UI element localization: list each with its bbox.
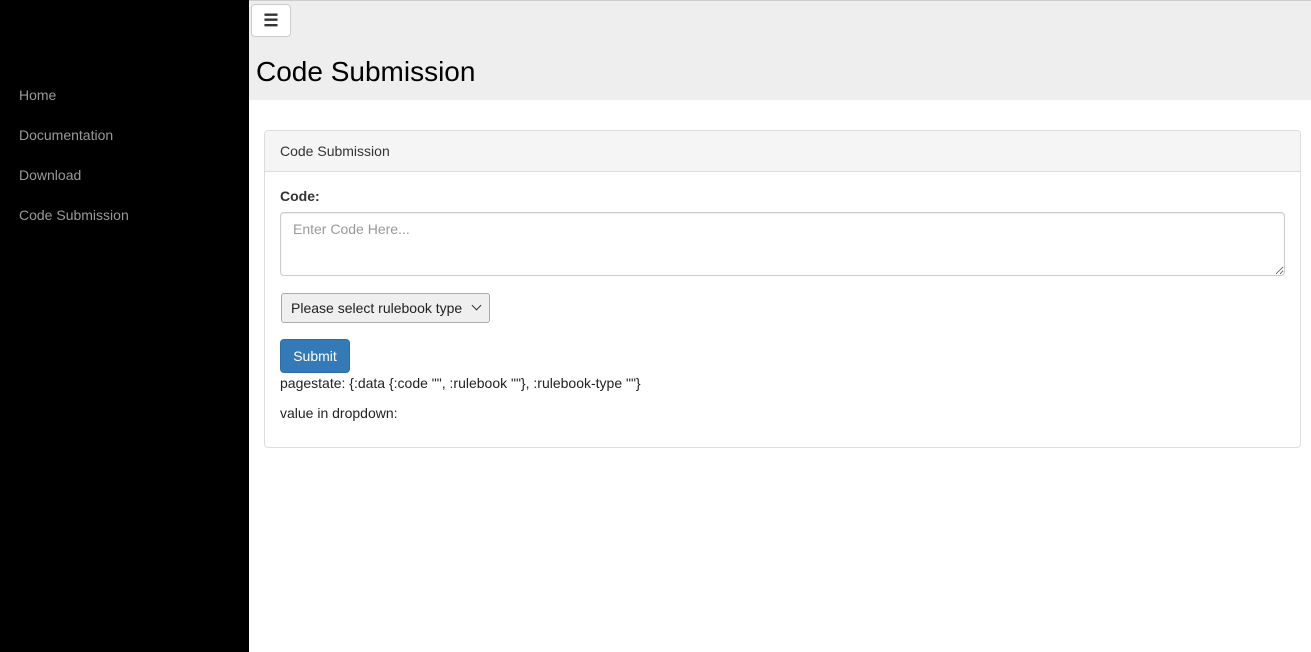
sidebar-item-documentation[interactable]: Documentation (0, 125, 249, 165)
sidebar: Home Documentation Download Code Submiss… (0, 0, 249, 652)
code-label: Code: (280, 188, 320, 204)
dropdown-value-text: value in dropdown: (280, 405, 398, 421)
sidebar-nav: Home Documentation Download Code Submiss… (0, 85, 249, 245)
rulebook-type-select[interactable]: Please select rulebook type (281, 293, 490, 323)
page-title: Code Submission (256, 56, 476, 87)
menu-toggle-button[interactable]: ☰ (251, 4, 291, 37)
rulebook-type-select-value: Please select rulebook type (291, 300, 463, 316)
hamburger-menu-icon: ☰ (263, 10, 279, 30)
page-header: ☰ Code Submission (249, 0, 1311, 100)
sidebar-item-home[interactable]: Home (0, 85, 249, 125)
sidebar-item-code-submission[interactable]: Code Submission (0, 205, 249, 245)
code-submission-panel: Code Submission Code: Please select rule… (264, 130, 1301, 448)
code-textarea[interactable] (280, 212, 1285, 276)
panel-heading: Code Submission (265, 131, 1300, 172)
submit-button[interactable]: Submit (280, 339, 350, 373)
sidebar-item-download[interactable]: Download (0, 165, 249, 205)
chevron-down-icon (471, 300, 482, 311)
pagestate-text: pagestate: {:data {:code "", :rulebook "… (280, 375, 641, 391)
